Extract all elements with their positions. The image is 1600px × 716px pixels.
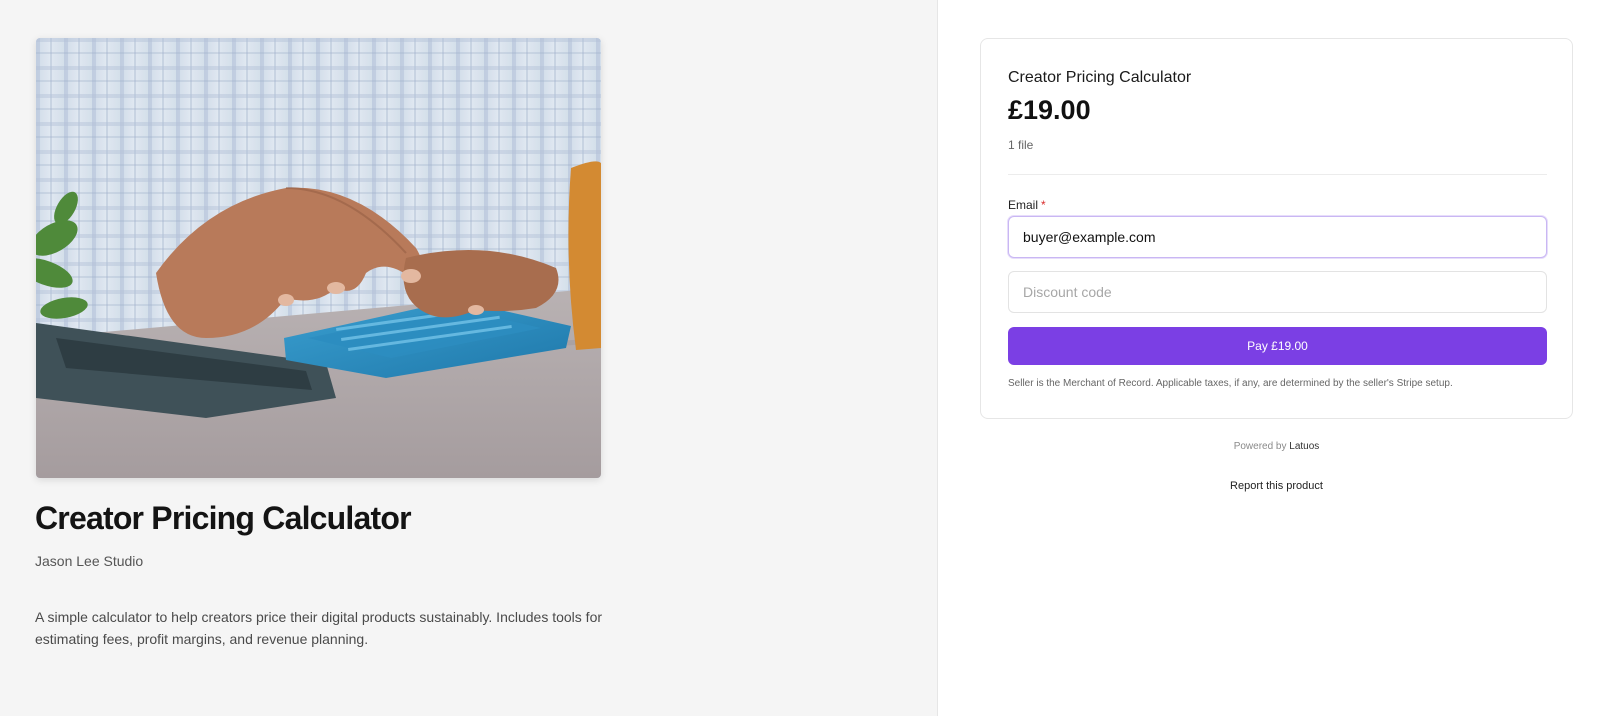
discount-code-input[interactable] (1008, 271, 1547, 313)
email-field[interactable] (1008, 216, 1547, 258)
product-description: A simple calculator to help creators pri… (35, 609, 603, 647)
creator-name[interactable]: Jason Lee Studio (35, 553, 143, 569)
powered-by-prefix: Powered by (1233, 441, 1287, 452)
product-cover-image (36, 38, 601, 478)
powered-by: Powered by Latuos (938, 441, 1600, 452)
checkout-page: Creator Pricing Calculator Jason Lee Stu… (0, 0, 1600, 716)
powered-by-brand[interactable]: Latuos (1289, 441, 1319, 452)
email-label-text: Email (1008, 198, 1039, 212)
price: £19.00 (1008, 95, 1091, 125)
divider (1008, 174, 1547, 175)
email-label: Email * (1008, 198, 1046, 212)
report-product-link[interactable]: Report this product (938, 480, 1600, 492)
product-title: Creator Pricing Calculator (35, 500, 412, 536)
product-panel: Creator Pricing Calculator Jason Lee Stu… (0, 0, 938, 716)
merchant-of-record-note: Seller is the Merchant of Record. Applic… (1008, 378, 1453, 389)
checkout-panel: Creator Pricing Calculator £19.00 1 file… (938, 0, 1600, 716)
checkout-card: Creator Pricing Calculator £19.00 1 file… (980, 38, 1573, 419)
file-count: 1 file (1008, 138, 1034, 152)
pay-button[interactable]: Pay £19.00 (1008, 327, 1547, 365)
checkout-product-title: Creator Pricing Calculator (1008, 69, 1192, 86)
required-asterisk: * (1041, 198, 1046, 212)
